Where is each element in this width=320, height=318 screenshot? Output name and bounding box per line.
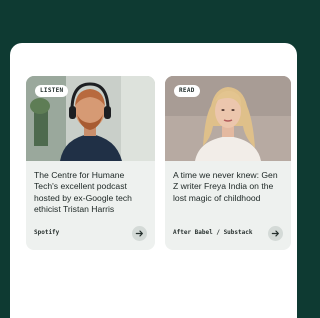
podcast-thumbnail[interactable]: LISTEN xyxy=(26,76,155,161)
content-panel: LISTEN The Centre for Humane Tech's exce… xyxy=(10,43,297,318)
card-source: Spotify xyxy=(34,229,60,236)
arrow-right-icon xyxy=(271,230,279,237)
arrow-right-icon xyxy=(135,230,143,237)
recommendation-card-read[interactable]: READ A time we never knew: Gen Z writer … xyxy=(165,76,291,250)
open-link-button[interactable] xyxy=(132,226,147,241)
card-title[interactable]: The Centre for Humane Tech's excellent p… xyxy=(34,170,149,216)
open-link-button[interactable] xyxy=(268,226,283,241)
recommendation-card-listen[interactable]: LISTEN The Centre for Humane Tech's exce… xyxy=(26,76,155,250)
listen-badge: LISTEN xyxy=(35,85,69,97)
card-title[interactable]: A time we never knew: Gen Z writer Freya… xyxy=(173,170,285,204)
card-source: After Babel / Substack xyxy=(173,229,253,236)
article-thumbnail[interactable]: READ xyxy=(165,76,291,161)
read-badge: READ xyxy=(174,85,200,97)
